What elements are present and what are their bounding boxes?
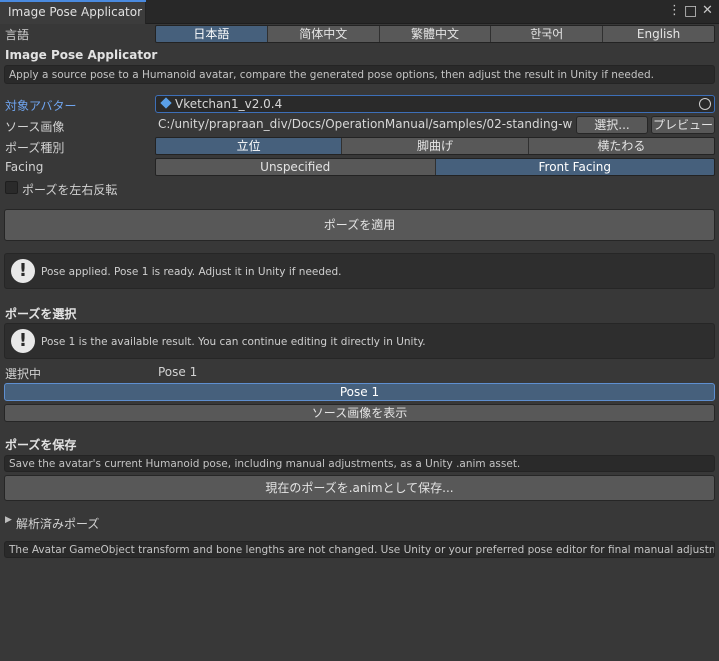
header-description-text: Apply a source pose to a Humanoid avatar… bbox=[9, 69, 654, 81]
footer-note: The Avatar GameObject transform and bone… bbox=[4, 541, 715, 558]
window-menu-icon[interactable]: ⋮ bbox=[668, 3, 681, 19]
save-anim-button[interactable]: 現在のポーズを.animとして保存... bbox=[4, 475, 715, 501]
facing-label: Facing bbox=[5, 160, 44, 174]
facing-selector: Unspecified Front Facing bbox=[155, 158, 715, 176]
language-option-zh-hans[interactable]: 简体中文 bbox=[267, 26, 380, 42]
target-avatar-value: Vketchan1_v2.0.4 bbox=[175, 97, 283, 111]
apply-pose-button[interactable]: ポーズを適用 bbox=[4, 209, 715, 241]
source-image-label: ソース画像 bbox=[5, 120, 65, 134]
pose-type-selector: 立位 脚曲げ 横たわる bbox=[155, 137, 715, 155]
facing-front[interactable]: Front Facing bbox=[435, 159, 714, 175]
avatar-object-icon bbox=[160, 97, 172, 109]
object-picker-icon[interactable] bbox=[699, 98, 711, 110]
info-icon: ! bbox=[11, 329, 35, 353]
source-image-path: C:/unity/prapraan_div/Docs/OperationManu… bbox=[155, 116, 573, 134]
language-option-ja[interactable]: 日本語 bbox=[156, 26, 268, 42]
source-image-path-text: C:/unity/prapraan_div/Docs/OperationManu… bbox=[158, 117, 573, 131]
footer-note-text: The Avatar GameObject transform and bone… bbox=[9, 544, 715, 556]
window-tab[interactable]: Image Pose Applicator bbox=[0, 0, 146, 24]
header-description: Apply a source pose to a Humanoid avatar… bbox=[4, 65, 715, 84]
foldout-arrow-icon[interactable]: ▶ bbox=[5, 515, 12, 525]
target-avatar-label: 対象アバター bbox=[5, 99, 77, 113]
language-option-ko[interactable]: 한국어 bbox=[491, 26, 604, 42]
language-selector: 日本語 简体中文 繁體中文 한국어 English bbox=[155, 25, 715, 43]
current-selection-label: 選択中 bbox=[5, 367, 42, 381]
target-avatar-field[interactable]: Vketchan1_v2.0.4 bbox=[155, 95, 715, 113]
window-titlebar: Image Pose Applicator ⋮ □ ✕ bbox=[0, 0, 719, 24]
analyzed-poses-foldout[interactable]: 解析済みポーズ bbox=[16, 515, 99, 532]
current-selection-value: Pose 1 bbox=[158, 365, 198, 379]
pose-type-bent-legs[interactable]: 脚曲げ bbox=[342, 138, 529, 154]
mirror-label: ポーズを左右反転 bbox=[22, 183, 118, 197]
apply-status-box: ! Pose applied. Pose 1 is ready. Adjust … bbox=[4, 253, 715, 289]
maximize-icon[interactable]: □ bbox=[684, 3, 697, 19]
pose-type-label: ポーズ種別 bbox=[5, 141, 65, 155]
select-pose-title: ポーズを選択 bbox=[5, 307, 77, 321]
window-tab-title: Image Pose Applicator bbox=[8, 5, 143, 19]
pose-type-lying[interactable]: 横たわる bbox=[528, 138, 714, 154]
language-label: 言語 bbox=[5, 28, 30, 42]
save-pose-description: Save the avatar's current Humanoid pose,… bbox=[4, 455, 715, 472]
select-pose-message: Pose 1 is the available result. You can … bbox=[41, 336, 426, 348]
preview-button[interactable]: プレビュー bbox=[651, 116, 715, 134]
language-option-en[interactable]: English bbox=[603, 26, 714, 42]
apply-status-message: Pose applied. Pose 1 is ready. Adjust it… bbox=[41, 266, 342, 278]
close-icon[interactable]: ✕ bbox=[702, 3, 713, 19]
facing-unspecified[interactable]: Unspecified bbox=[156, 159, 436, 175]
pose-1-button[interactable]: Pose 1 bbox=[4, 383, 715, 401]
pose-type-standing[interactable]: 立位 bbox=[156, 138, 343, 154]
select-source-button[interactable]: 選択... bbox=[576, 116, 648, 134]
show-source-image-button[interactable]: ソース画像を表示 bbox=[4, 404, 715, 422]
language-option-zh-hant[interactable]: 繁體中文 bbox=[379, 26, 492, 42]
save-pose-description-text: Save the avatar's current Humanoid pose,… bbox=[9, 458, 521, 470]
page-title: Image Pose Applicator bbox=[5, 48, 158, 62]
mirror-checkbox[interactable] bbox=[5, 181, 18, 194]
info-icon: ! bbox=[11, 259, 35, 283]
save-pose-title: ポーズを保存 bbox=[5, 438, 77, 452]
select-pose-info-box: ! Pose 1 is the available result. You ca… bbox=[4, 323, 715, 359]
